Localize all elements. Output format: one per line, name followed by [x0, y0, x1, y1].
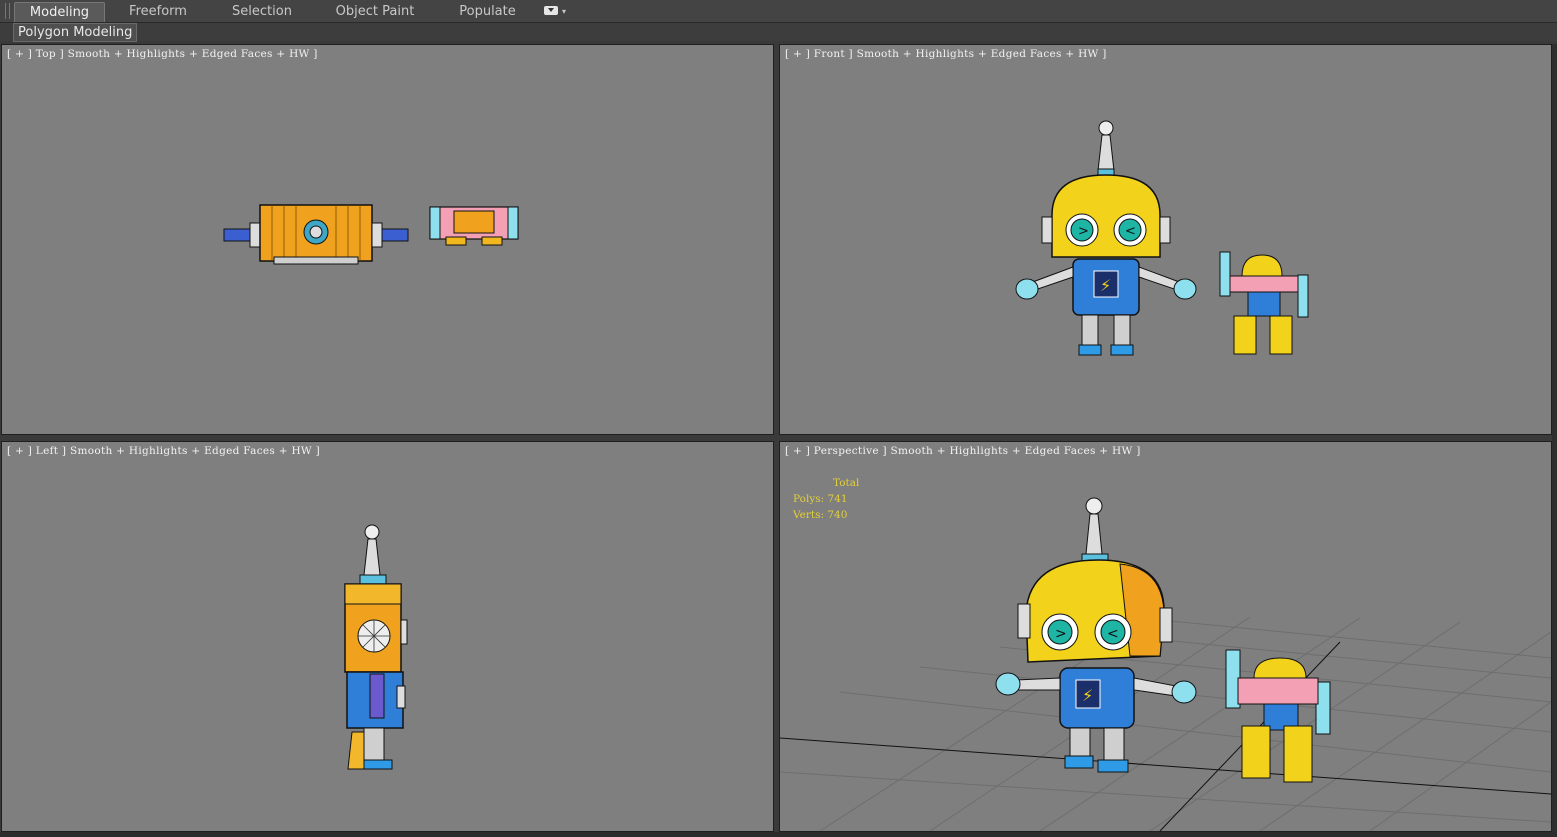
- front-view-scene: > < ⚡: [1015, 120, 1309, 356]
- tab-object-paint[interactable]: Object Paint: [330, 2, 420, 21]
- left-view-scene: [344, 524, 408, 770]
- ground-grid: [780, 616, 1551, 831]
- tab-populate[interactable]: Populate: [450, 2, 525, 21]
- viewport-top[interactable]: [ + ] Top ] Smooth + Highlights + Edged …: [1, 44, 774, 435]
- ribbon-tab-bar: Modeling Freeform Selection Object Paint…: [0, 0, 1557, 23]
- polygon-modeling-panel-label[interactable]: Polygon Modeling: [13, 23, 138, 42]
- svg-text:⚡: ⚡: [1082, 686, 1093, 705]
- ribbon-options-button[interactable]: [544, 6, 558, 15]
- svg-text:<: <: [1107, 626, 1119, 642]
- viewport-left[interactable]: [ + ] Left ] Smooth + Highlights + Edged…: [1, 441, 774, 832]
- svg-text:>: >: [1078, 224, 1089, 239]
- svg-text:⚡: ⚡: [1100, 276, 1111, 295]
- chevron-down-icon[interactable]: ▾: [562, 7, 566, 16]
- svg-text:>: >: [1055, 626, 1067, 642]
- tab-modeling[interactable]: Modeling: [14, 2, 105, 22]
- ribbon-grip-handle[interactable]: [5, 3, 10, 19]
- bottom-status-strip: [0, 832, 1557, 837]
- perspective-view-scene: > < ⚡: [780, 497, 1551, 831]
- tab-freeform[interactable]: Freeform: [118, 2, 198, 21]
- top-view-scene: [223, 204, 519, 265]
- viewport-perspective[interactable]: [ + ] Perspective ] Smooth + Highlights …: [779, 441, 1552, 832]
- viewport-front[interactable]: [ + ] Front ] Smooth + Highlights + Edge…: [779, 44, 1552, 435]
- tab-selection[interactable]: Selection: [222, 2, 302, 21]
- ribbon-panel-strip: [0, 23, 1557, 41]
- svg-text:<: <: [1125, 224, 1136, 239]
- viewport-right-scrollbar[interactable]: [1552, 44, 1557, 837]
